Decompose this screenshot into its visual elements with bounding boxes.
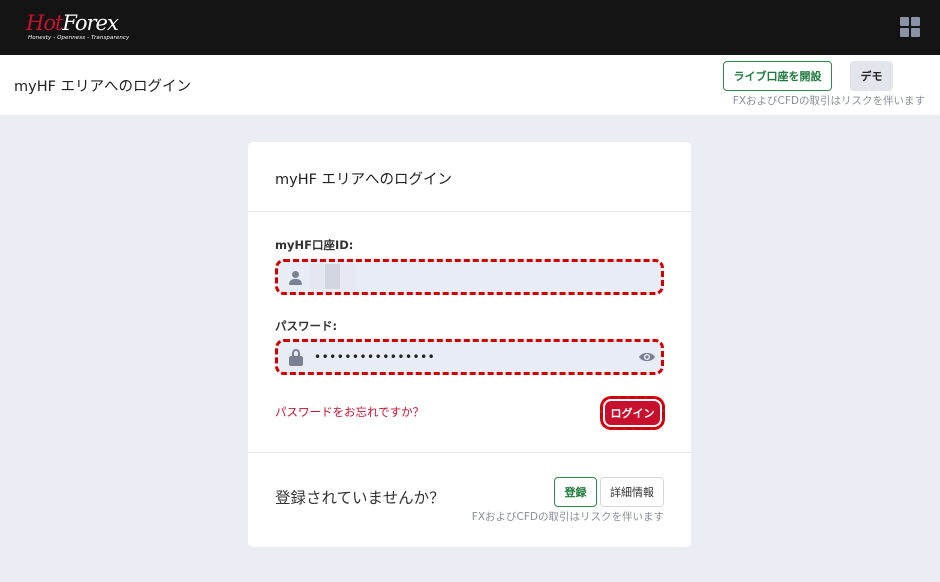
redacted-account-id bbox=[310, 264, 356, 289]
demo-button[interactable]: デモ bbox=[850, 61, 893, 91]
page-header: myHF エリアへのログイン ライブ口座を開設 デモ FXおよびCFDの取引はリ… bbox=[0, 55, 940, 115]
card-divider bbox=[248, 211, 691, 212]
forgot-password-link[interactable]: パスワードをお忘れですか？ bbox=[275, 404, 424, 420]
logo-tagline: Honesty - Openness - Transparency bbox=[28, 35, 130, 41]
password-input[interactable]: •••••••••••••••• bbox=[275, 339, 664, 375]
risk-notice-header: FXおよびCFDの取引はリスクを伴います bbox=[732, 95, 925, 107]
password-label: パスワード: bbox=[275, 319, 338, 333]
register-button[interactable]: 登録 bbox=[554, 477, 597, 507]
logo-wordmark: HotForex bbox=[26, 11, 119, 35]
grid-menu-icon[interactable] bbox=[900, 17, 920, 37]
details-button[interactable]: 詳細情報 bbox=[600, 477, 664, 507]
open-live-account-button[interactable]: ライブ口座を開設 bbox=[723, 61, 832, 91]
not-registered-prompt: 登録されていませんか？ bbox=[275, 489, 445, 507]
risk-notice-card: FXおよびCFDの取引はリスクを伴います bbox=[471, 511, 664, 523]
user-icon bbox=[288, 270, 304, 286]
account-id-label: myHF口座ID: bbox=[275, 238, 354, 252]
password-value: •••••••••••••••• bbox=[314, 350, 436, 364]
lock-icon bbox=[289, 349, 303, 367]
eye-icon[interactable] bbox=[638, 351, 656, 363]
page-title: myHF エリアへのログイン bbox=[14, 79, 192, 95]
hotforex-logo[interactable]: HotForex Honesty - Openness - Transparen… bbox=[26, 10, 136, 46]
top-navbar: HotForex Honesty - Openness - Transparen… bbox=[0, 0, 940, 55]
account-id-input[interactable] bbox=[275, 259, 664, 295]
login-button[interactable]: ログイン bbox=[600, 396, 665, 430]
login-card: myHF エリアへのログイン myHF口座ID: パスワード: ••••••••… bbox=[248, 142, 691, 547]
card-divider bbox=[248, 452, 691, 453]
login-card-title: myHF エリアへのログイン bbox=[275, 172, 453, 188]
